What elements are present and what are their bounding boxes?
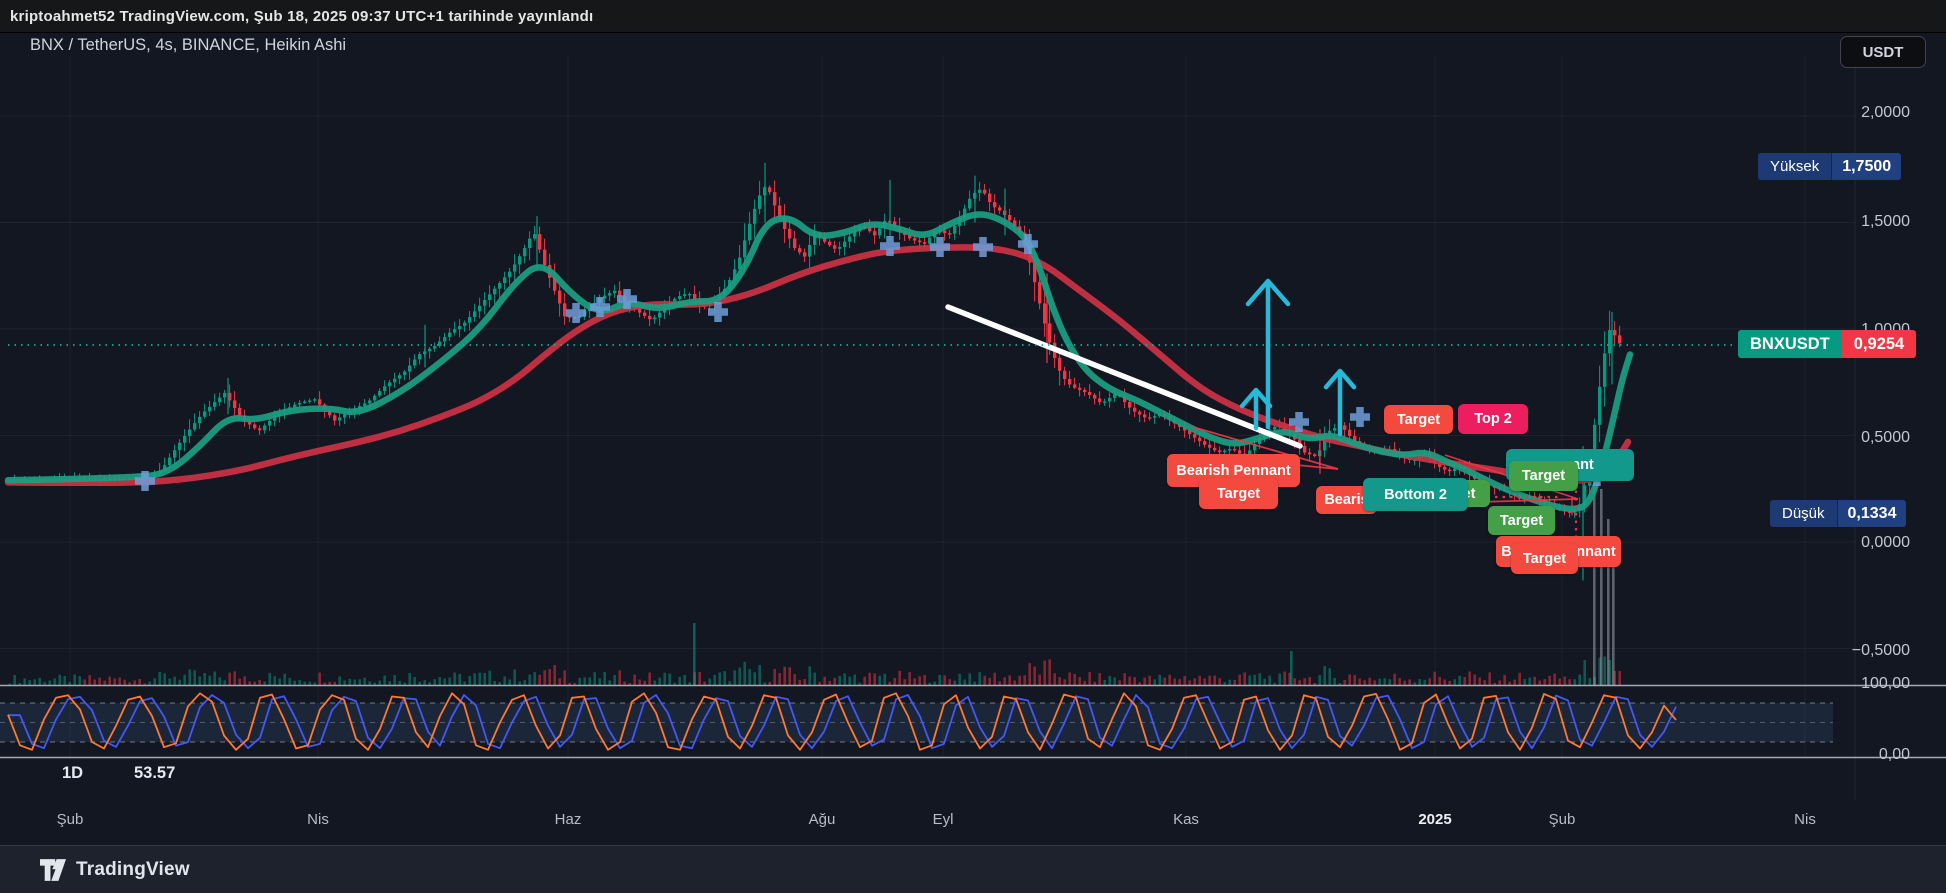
- time-tick: Nis: [307, 811, 329, 828]
- chart-canvas[interactable]: [0, 0, 1946, 893]
- indicator-value: 53.57: [134, 764, 175, 783]
- pattern-label: Bottom 2: [1363, 478, 1468, 511]
- high-badge-label: Yüksek: [1758, 153, 1831, 180]
- price-tick: 0,00: [1879, 746, 1910, 764]
- high-badge: Yüksek1,7500: [1758, 153, 1901, 180]
- low-badge: Düşük0,1334: [1770, 500, 1906, 527]
- footer-bar: TradingView: [0, 845, 1946, 893]
- price-tick: −0,5000: [1852, 642, 1910, 660]
- time-tick: Nis: [1794, 811, 1816, 828]
- pattern-label: Target: [1199, 478, 1278, 509]
- price-tick: 100,00: [1861, 675, 1910, 693]
- low-badge-label: Düşük: [1770, 500, 1837, 527]
- pattern-label: Target: [1511, 543, 1578, 574]
- price-tick: 0,0000: [1861, 534, 1910, 552]
- tradingview-brand-text: TradingView: [76, 859, 190, 881]
- time-tick: Haz: [555, 811, 582, 828]
- currency-toggle-button[interactable]: USDT: [1840, 36, 1926, 68]
- price-tick: 0,5000: [1861, 429, 1910, 447]
- time-tick: Şub: [1549, 811, 1576, 828]
- pattern-label: Top 2: [1458, 404, 1528, 434]
- price-tick: 2,0000: [1861, 104, 1910, 122]
- time-tick: Kas: [1173, 811, 1199, 828]
- tradingview-logo-icon: [40, 859, 76, 881]
- tradingview-snapshot-page: kriptoahmet52 TradingView.com, Şub 18, 2…: [0, 0, 1946, 893]
- time-tick: Eyl: [933, 811, 954, 828]
- pattern-label: Target: [1488, 506, 1555, 535]
- price-tick: 1,5000: [1861, 213, 1910, 231]
- published-bar: kriptoahmet52 TradingView.com, Şub 18, 2…: [0, 0, 1946, 33]
- symbol-badge-label: BNXUSDT: [1738, 330, 1842, 358]
- last-price-badge: BNXUSDT0,9254: [1738, 330, 1916, 358]
- time-tick: 2025: [1418, 811, 1451, 828]
- pattern-label: Target: [1384, 405, 1453, 434]
- tradingview-logo[interactable]: TradingView: [40, 859, 190, 881]
- symbol-title: BNX / TetherUS, 4s, BINANCE, Heikin Ashi: [30, 34, 346, 56]
- time-tick: Şub: [57, 811, 84, 828]
- time-tick: Ağu: [809, 811, 836, 828]
- published-text: kriptoahmet52 TradingView.com, Şub 18, 2…: [0, 8, 593, 25]
- indicator-interval: 1D: [62, 764, 83, 783]
- pattern-label: Target: [1509, 461, 1578, 491]
